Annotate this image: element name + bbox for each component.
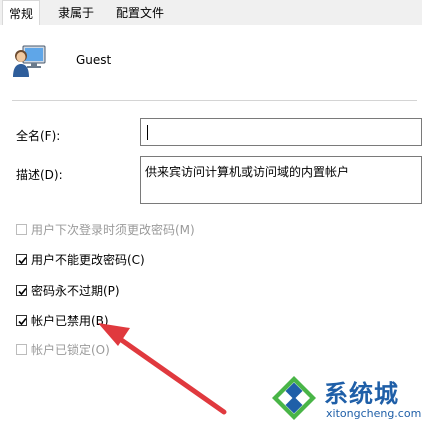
- checkbox-box[interactable]: [16, 343, 27, 355]
- checkbox-must-change-password[interactable]: 用户下次登录时须更改密码(M): [16, 220, 195, 238]
- watermark-brand: 系统城: [324, 380, 399, 408]
- checkbox-label: 帐户已禁用(B): [31, 313, 109, 328]
- checkbox-label: 用户不能更改密码(C): [31, 252, 145, 267]
- checkbox-account-locked[interactable]: 帐户已锁定(O): [16, 340, 110, 358]
- checkmark-icon: [18, 256, 27, 264]
- checkbox-label: 用户下次登录时须更改密码(M): [31, 222, 195, 237]
- tab-general[interactable]: 常规: [2, 0, 41, 26]
- user-icon: [12, 42, 46, 78]
- divider: [12, 100, 417, 101]
- description-value: 供来宾访问计算机或访问域的内置帐户: [145, 165, 350, 179]
- checkbox-cannot-change-password[interactable]: 用户不能更改密码(C): [16, 250, 145, 268]
- checkbox-account-disabled[interactable]: 帐户已禁用(B): [16, 311, 109, 329]
- checkbox-label: 帐户已锁定(O): [31, 342, 110, 357]
- checkbox-box[interactable]: [16, 253, 27, 265]
- text-caret: [147, 125, 148, 140]
- tab-member-of[interactable]: 隶属于: [52, 2, 100, 24]
- checkmark-icon: [18, 287, 27, 295]
- checkbox-password-never-expires[interactable]: 密码永不过期(P): [16, 281, 120, 299]
- fullname-label: 全名(F):: [16, 129, 61, 143]
- checkbox-box[interactable]: [16, 284, 27, 296]
- user-name: Guest: [76, 53, 112, 67]
- checkbox-label: 密码永不过期(P): [31, 283, 120, 298]
- watermark: 系统城 xitongcheng.com: [268, 372, 422, 424]
- description-input[interactable]: 供来宾访问计算机或访问域的内置帐户: [140, 156, 422, 204]
- tab-profile[interactable]: 配置文件: [110, 2, 170, 24]
- fullname-input[interactable]: [140, 118, 422, 146]
- watermark-logo-icon: [272, 376, 316, 420]
- description-label: 描述(D):: [16, 168, 63, 182]
- watermark-url: xitongcheng.com: [326, 407, 422, 420]
- checkmark-icon: [18, 317, 27, 325]
- checkbox-box[interactable]: [16, 223, 27, 235]
- checkbox-box[interactable]: [16, 314, 27, 326]
- tab-strip: 常规 隶属于 配置文件: [0, 0, 422, 26]
